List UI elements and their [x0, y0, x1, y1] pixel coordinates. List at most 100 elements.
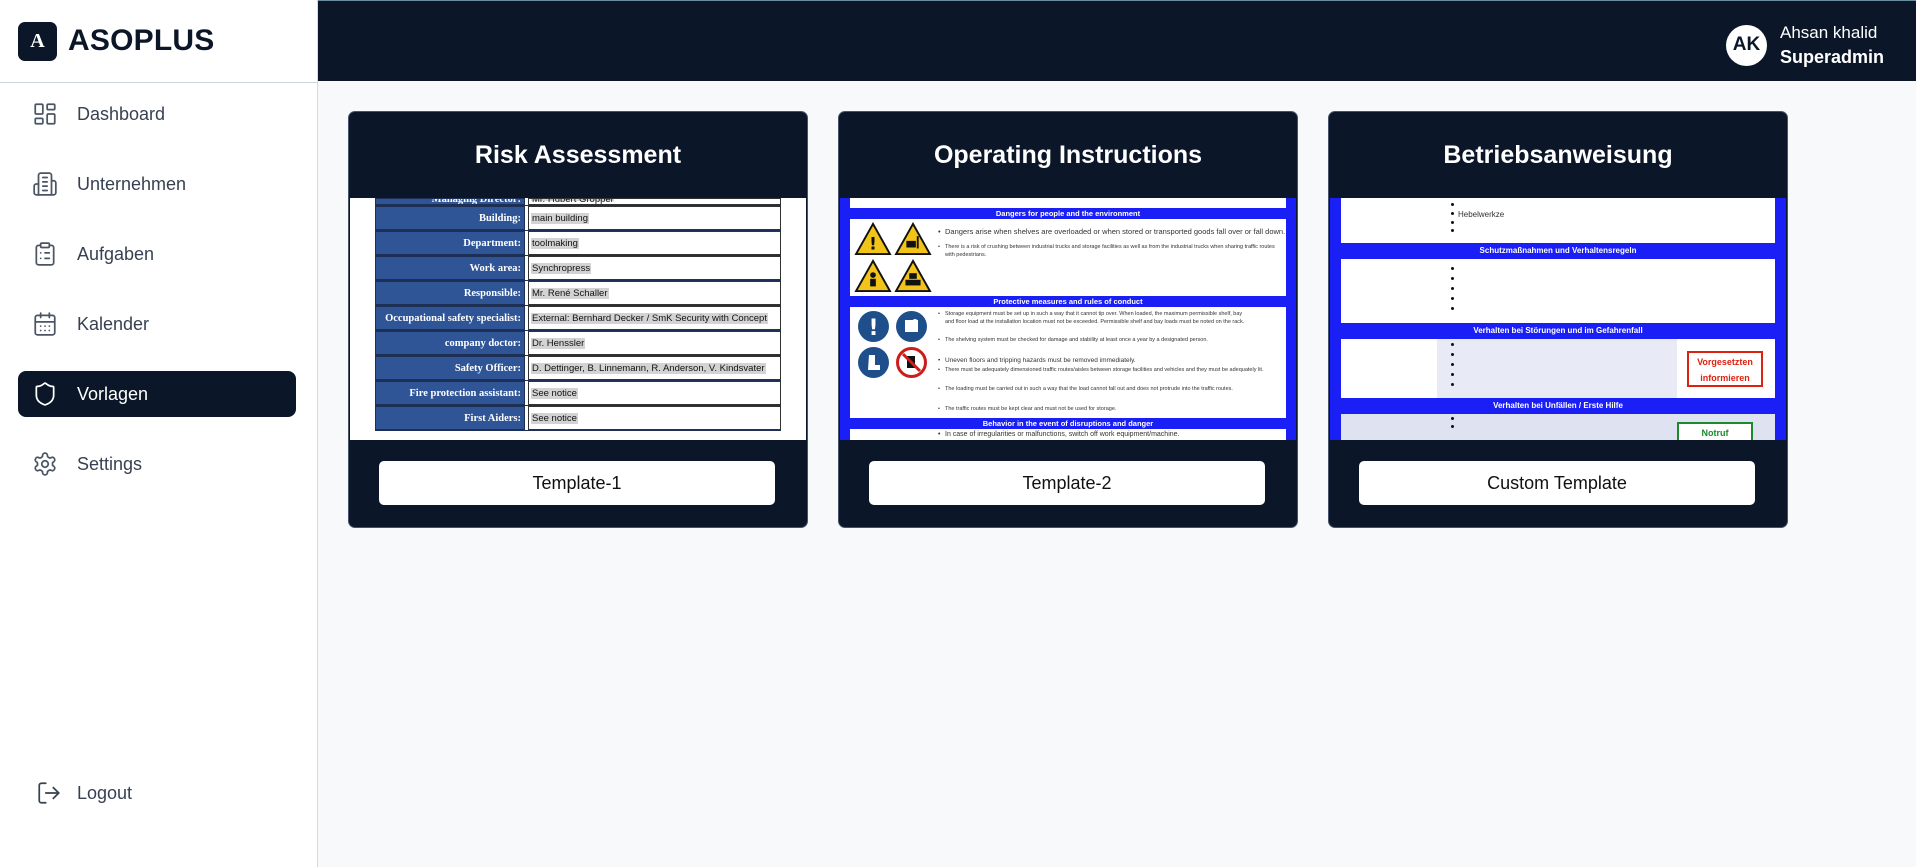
- preview-row-value-text: Dr. Henssler: [531, 337, 586, 349]
- preview-text-line: There must be adequately dimensioned tra…: [938, 367, 1275, 373]
- custom-template-button[interactable]: Custom Template: [1359, 461, 1755, 505]
- preview-text-line: The loading must be carried out in such …: [938, 386, 1275, 392]
- mandatory-sign-icon: !: [858, 311, 889, 342]
- top-header: AK Ahsan khalid Superadmin: [318, 0, 1916, 81]
- logout-icon: [38, 782, 60, 804]
- preview-section-header: Schutzmaßnahmen und Verhaltensregeln: [1479, 246, 1637, 255]
- preview-row-value: Dr. Henssler: [528, 331, 781, 355]
- card-title: Betriebsanweisung: [1443, 140, 1673, 169]
- preview-row: Department: toolmaking: [375, 231, 781, 256]
- template-card-operating-instructions[interactable]: Operating Instructions Dangers for peopl…: [838, 111, 1298, 528]
- preview-row-label: First Aiders:: [375, 406, 525, 430]
- preview-shaded-area: [1437, 339, 1677, 398]
- brand[interactable]: A ASOPLUS: [0, 0, 317, 83]
- preview-row-value-text: See notice: [531, 387, 578, 399]
- warning-falling-icon: [854, 258, 892, 293]
- preview-box: ! Dangers arise when shelves are overloa…: [850, 219, 1286, 296]
- preview-row: Work area: Synchropress: [375, 256, 781, 281]
- preview-text-line: Uneven floors and tripping hazards must …: [938, 357, 1265, 364]
- template-card-risk-assessment[interactable]: Risk Assessment Managing Director: Mr. H…: [348, 111, 808, 528]
- sidebar-item-label: Dashboard: [77, 103, 166, 124]
- bullet-dot: [1451, 221, 1454, 224]
- preview-row-label: Managing Director:: [375, 198, 525, 205]
- preview-row: company doctor: Dr. Henssler: [375, 331, 781, 356]
- preview-box: Notruf: [1341, 414, 1775, 440]
- preview-row-label: Building:: [375, 206, 525, 230]
- avatar[interactable]: AK: [1726, 24, 1767, 66]
- preview-row-value: Synchropress: [528, 256, 781, 280]
- preview-row-value: See notice: [528, 381, 781, 405]
- bullet-dot: [1451, 425, 1454, 428]
- sidebar-nav: Dashboard Unternehmen Aufgaben Kalender …: [18, 91, 296, 511]
- user-role: Superadmin: [1780, 47, 1885, 67]
- template-preview[interactable]: Hebelwerkze Schutzmaßnahmen und Verhalte…: [1330, 198, 1786, 440]
- preview-row-value-text: Mr. Hubert Groppel: [531, 198, 614, 205]
- preview-text-line: Dangers arise when shelves are overloade…: [938, 227, 1285, 236]
- preview-row: Fire protection assistant: See notice: [375, 381, 781, 406]
- preview-row-label: Responsible:: [375, 281, 525, 305]
- bullet-dot: [1451, 277, 1454, 280]
- safety-boots-icon: [858, 347, 889, 378]
- preview-text-line: Hebelwerkze: [1458, 210, 1505, 219]
- bullet-dot: [1451, 307, 1454, 310]
- preview-box: [1341, 259, 1775, 323]
- template-2-button[interactable]: Template-2: [869, 461, 1265, 505]
- preview-section-header: Dangers for people and the environment: [995, 209, 1141, 218]
- preview-box: [850, 198, 1286, 208]
- warning-load-icon: [894, 258, 932, 293]
- user-menu[interactable]: AK Ahsan khalid Superadmin: [1726, 20, 1916, 70]
- preview-row-value: See notice: [528, 406, 781, 430]
- bullet-dot: [1451, 287, 1454, 290]
- template-preview[interactable]: Managing Director: Mr. Hubert Groppel Bu…: [350, 198, 806, 440]
- bullet-dot: [1451, 343, 1454, 346]
- sidebar-item-label: Unternehmen: [77, 173, 187, 194]
- preview-section-header: Verhalten bei Unfällen / Erste Hilfe: [1493, 401, 1623, 410]
- preview-row-value-text: Synchropress: [531, 262, 592, 274]
- sidebar-item-label: Settings: [77, 453, 143, 474]
- logout-button[interactable]: Logout: [36, 780, 132, 806]
- clipboard-icon: [35, 242, 55, 266]
- preview-row-label: company doctor:: [375, 331, 525, 355]
- bullet-dot: [1451, 417, 1454, 420]
- warning-forklift-icon: [894, 221, 932, 256]
- card-title: Risk Assessment: [474, 140, 682, 169]
- sidebar-item-label: Vorlagen: [77, 383, 149, 404]
- preview-row-value: main building: [528, 206, 781, 230]
- template-card-betriebsanweisung[interactable]: Betriebsanweisung Hebelwerkze Schutzmaßn…: [1328, 111, 1788, 528]
- sidebar-item-unternehmen[interactable]: Unternehmen: [18, 161, 296, 207]
- preview-box: Hebelwerkze: [1341, 198, 1775, 243]
- sidebar-item-kalender[interactable]: Kalender: [18, 301, 296, 347]
- bullet-dot: [1451, 383, 1454, 386]
- bullet-dot: [1451, 267, 1454, 270]
- preview-row-value-text: toolmaking: [531, 237, 579, 249]
- emergency-call-badge: Notruf: [1677, 422, 1753, 440]
- calendar-icon: [34, 312, 56, 336]
- sidebar-item-settings[interactable]: Settings: [18, 441, 296, 487]
- preview-row: Safety Officer: D. Dettinger, B. Linnema…: [375, 356, 781, 381]
- sidebar-item-label: Aufgaben: [77, 243, 155, 264]
- user-info: Ahsan khalid Superadmin: [1780, 20, 1884, 70]
- building-icon: [33, 172, 57, 196]
- preview-row-value-text: main building: [531, 212, 589, 224]
- logout-label: Logout: [77, 782, 133, 803]
- bullet-dot: [1451, 203, 1454, 206]
- brand-logo: A: [18, 21, 57, 61]
- sidebar-item-dashboard[interactable]: Dashboard: [18, 91, 296, 137]
- template-1-button[interactable]: Template-1: [379, 461, 775, 505]
- preview-row-value-text: External: Bernhard Decker / SmK Security…: [531, 312, 768, 324]
- dashboard-icon: [34, 103, 56, 125]
- svg-text:!: !: [868, 316, 878, 341]
- preview-row: Occupational safety specialist: External…: [375, 306, 781, 331]
- prohibition-sign-icon: [896, 347, 927, 378]
- bullet-dot: [1451, 297, 1454, 300]
- bullet-dot: [1451, 353, 1454, 356]
- preview-text-line: The traffic routes must be kept clear an…: [938, 406, 1275, 412]
- preview-row-value: External: Bernhard Decker / SmK Security…: [528, 306, 781, 330]
- sidebar-item-aufgaben[interactable]: Aufgaben: [18, 231, 296, 277]
- preview-row-label: Work area:: [375, 256, 525, 280]
- supervisor-badge: Vorgesetzten informieren: [1687, 351, 1763, 387]
- sidebar-item-vorlagen[interactable]: Vorlagen: [18, 371, 296, 417]
- preview-section-header: Verhalten bei Störungen und im Gefahrenf…: [1473, 326, 1643, 335]
- bullet-dot: [1451, 363, 1454, 366]
- template-preview[interactable]: Dangers for people and the environment !…: [840, 198, 1296, 440]
